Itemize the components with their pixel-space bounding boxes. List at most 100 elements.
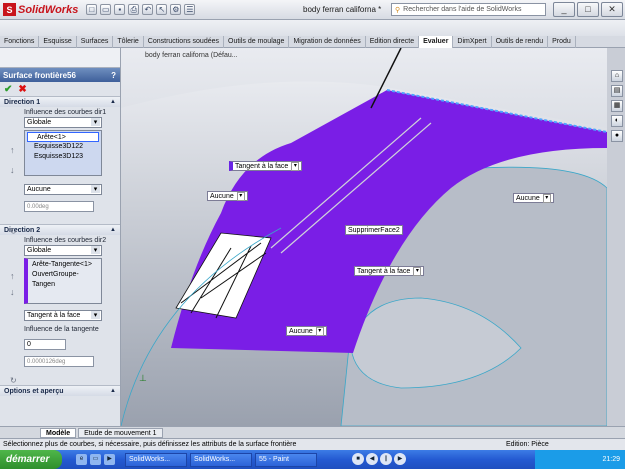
open-icon[interactable]: ▭	[100, 4, 112, 15]
direction2-header[interactable]: Direction 2 ▲	[0, 224, 120, 235]
new-icon[interactable]: □	[86, 4, 98, 15]
ie-icon[interactable]: e	[76, 454, 87, 465]
dir1-curve-list[interactable]: Arête<1> Esquisse3D122 Esquisse3D123	[24, 130, 102, 176]
close-button[interactable]: ✕	[601, 2, 623, 17]
axis-triad-icon: ⊥	[139, 373, 147, 383]
influence-dir2-select[interactable]: Globale	[24, 245, 102, 256]
library-icon[interactable]: ▤	[611, 85, 623, 97]
quick-access-toolbar: □ ▭ ▪ ⎙ ↶ ↖ ⚙ ☰	[86, 4, 196, 15]
select-icon[interactable]: ↖	[156, 4, 168, 15]
status-bar: Sélectionnez plus de courbes, si nécessa…	[0, 438, 625, 450]
desktop-icon[interactable]: ▭	[90, 454, 101, 465]
rotate-icon: ↻	[10, 227, 17, 236]
tab-surfaces[interactable]: Surfaces	[77, 36, 114, 48]
tab-constructions-soudees[interactable]: Constructions soudées	[144, 36, 225, 48]
task-solidworks-2[interactable]: SolidWorks...	[190, 452, 252, 467]
angle-dir2-field[interactable]: 0.0000126deg	[24, 356, 94, 367]
clock[interactable]: 21:29	[602, 456, 620, 463]
help-icon[interactable]: ?	[111, 71, 116, 80]
chevron-down-icon[interactable]: ▾	[413, 266, 422, 276]
chevron-down-icon[interactable]: ▾	[542, 193, 551, 203]
tangent-dir2-select[interactable]: Tangent à la face	[24, 310, 102, 321]
model-render	[121, 48, 607, 426]
tangent-influence-field[interactable]: 0	[24, 339, 66, 350]
callout-text: Tangent à la face	[357, 267, 411, 275]
media-icon[interactable]: ▶	[104, 454, 115, 465]
chevron-down-icon[interactable]: ▾	[315, 326, 324, 336]
tab-esquisse[interactable]: Esquisse	[39, 36, 77, 48]
options-title: Options et aperçu	[4, 387, 64, 395]
status-mode: Edition: Pièce	[506, 441, 549, 448]
chevron-up-icon[interactable]: ▲	[110, 388, 116, 394]
stop-icon[interactable]: ■	[352, 453, 364, 465]
rebuild-icon[interactable]: ⚙	[170, 4, 182, 15]
dir2-curve-list[interactable]: Arête-Tangente<1> OuvertGroupe-Tangen	[24, 258, 102, 304]
resources-icon[interactable]: ⌂	[611, 70, 623, 82]
list-item[interactable]: Arête<1>	[27, 132, 99, 142]
chevron-down-icon[interactable]: ▾	[236, 191, 245, 201]
view-palette-icon[interactable]: ◐	[611, 115, 623, 127]
appearance-icon[interactable]: ●	[611, 130, 623, 142]
chevron-up-icon[interactable]: ▲	[110, 227, 116, 233]
move-up-icon[interactable]: ↑	[10, 145, 15, 155]
tab-fonctions[interactable]: Fonctions	[0, 36, 40, 48]
solidworks-logo[interactable]: S SolidWorks	[3, 3, 78, 16]
options-icon[interactable]: ☰	[184, 4, 196, 15]
manager-tabs[interactable]	[0, 48, 120, 68]
angle-dir1-field[interactable]: 0.00deg	[24, 201, 94, 212]
list-item[interactable]: Esquisse3D122	[25, 142, 101, 152]
supprimer-face-label[interactable]: SupprimerFace2	[345, 225, 403, 235]
tab-evaluer[interactable]: Evaluer	[419, 36, 454, 48]
tab-produits[interactable]: Produ	[548, 36, 576, 48]
aucune-callout-left[interactable]: Aucune ▾	[207, 191, 248, 201]
help-search-input[interactable]: ⚲ Rechercher dans l'aide de SolidWorks	[391, 3, 546, 16]
options-header[interactable]: Options et aperçu ▲	[0, 385, 120, 396]
graphics-viewport[interactable]: Tangent à la face ▾ Aucune ▾ Aucune ▾ Suppr…	[121, 48, 607, 426]
task-pane-toolbar: ⌂ ▤ ▦ ◐ ●	[609, 70, 625, 150]
ok-button[interactable]: ✔	[4, 84, 12, 95]
tab-modele[interactable]: Modèle	[40, 427, 77, 438]
tangent-callout-mid[interactable]: Tangent à la face ▾	[354, 266, 425, 276]
aucune-callout-right[interactable]: Aucune ▾	[513, 193, 554, 203]
tab-outils-rendu[interactable]: Outils de rendu	[492, 36, 549, 48]
tab-migration[interactable]: Migration de données	[289, 36, 366, 48]
title-bar: S SolidWorks □ ▭ ▪ ⎙ ↶ ↖ ⚙ ☰ body ferran …	[0, 0, 625, 20]
tangent-callout-top[interactable]: Tangent à la face ▾	[229, 161, 303, 171]
direction1-title: Direction 1	[4, 98, 41, 106]
command-manager-tabs: Fonctions Esquisse Surfaces Tôlerie Cons…	[0, 36, 625, 48]
explorer-icon[interactable]: ▦	[611, 100, 623, 112]
influence-dir1-select[interactable]: Globale	[24, 117, 102, 128]
maximize-button[interactable]: □	[577, 2, 599, 17]
list-item[interactable]: Arête-Tangente<1>	[28, 260, 101, 270]
tab-outils-moulage[interactable]: Outils de moulage	[224, 36, 290, 48]
task-paint[interactable]: 55 - Paint	[255, 452, 317, 467]
cancel-button[interactable]: ✖	[18, 84, 26, 95]
minimize-button[interactable]: _	[553, 2, 575, 17]
tab-tolerie[interactable]: Tôlerie	[113, 36, 144, 48]
undo-icon[interactable]: ↶	[142, 4, 154, 15]
prev-icon[interactable]: ◀	[366, 453, 378, 465]
tab-edition-directe[interactable]: Edition directe	[366, 36, 420, 48]
next-icon[interactable]: ▶	[394, 453, 406, 465]
list-item[interactable]: Esquisse3D123	[25, 152, 101, 162]
tab-dimxpert[interactable]: DimXpert	[453, 36, 492, 48]
quick-launch: e ▭ ▶	[76, 454, 115, 465]
direction1-header[interactable]: Direction 1 ▲	[0, 96, 120, 107]
move-down-icon[interactable]: ↓	[10, 165, 15, 175]
task-solidworks-1[interactable]: SolidWorks...	[125, 452, 187, 467]
pause-icon[interactable]: ∥	[380, 453, 392, 465]
chevron-up-icon[interactable]: ▲	[110, 99, 116, 105]
tangent-dir1-select[interactable]: Aucune	[24, 184, 102, 195]
property-manager: Surface frontière56? ✔ ✖ Direction 1 ▲ Inf…	[0, 48, 121, 426]
chevron-down-icon[interactable]: ▾	[291, 161, 300, 171]
tab-etude-mouvement[interactable]: Etude de mouvement 1	[78, 427, 163, 438]
print-icon[interactable]: ⎙	[128, 4, 140, 15]
save-icon[interactable]: ▪	[114, 4, 126, 15]
aucune-callout-bottom[interactable]: Aucune ▾	[286, 326, 327, 336]
system-tray: 21:29	[535, 450, 625, 469]
move-down-icon[interactable]: ↓	[10, 287, 15, 297]
feature-tree-label[interactable]: body ferran californa (Défau...	[145, 52, 238, 59]
move-up-icon[interactable]: ↑	[10, 271, 15, 281]
start-button[interactable]: démarrer	[0, 450, 62, 469]
list-item[interactable]: OuvertGroupe-Tangen	[28, 270, 101, 288]
